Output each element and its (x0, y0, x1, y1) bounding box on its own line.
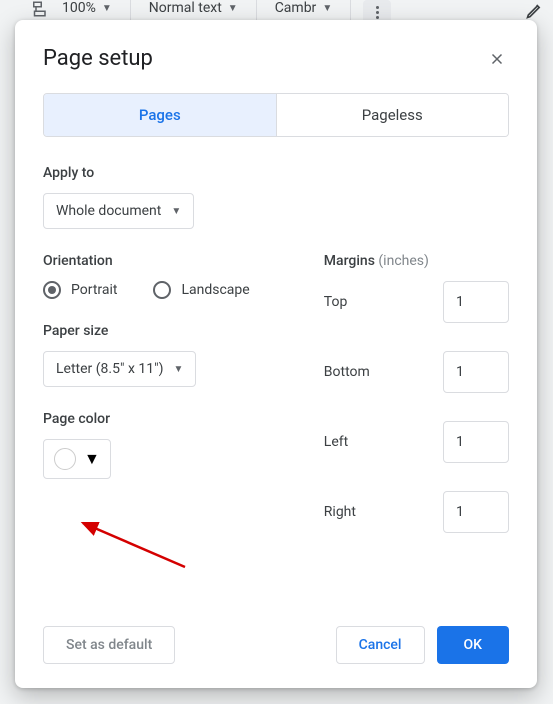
landscape-label: Landscape (181, 282, 249, 298)
cancel-button[interactable]: Cancel (336, 626, 425, 664)
chevron-down-icon: ▼ (84, 449, 100, 469)
orientation-landscape-radio[interactable]: Landscape (153, 281, 249, 299)
apply-to-value: Whole document (56, 203, 161, 219)
tab-pageless[interactable]: Pageless (276, 94, 509, 136)
font-dropdown[interactable]: Cambr▼ (269, 0, 339, 16)
paper-size-label: Paper size (43, 323, 284, 339)
zoom-dropdown[interactable]: 100%▼ (56, 0, 118, 16)
margin-left-input[interactable] (443, 421, 509, 463)
set-default-button[interactable]: Set as default (43, 626, 175, 664)
close-button[interactable] (485, 47, 509, 71)
margins-label: Margins (inches) (324, 253, 509, 269)
orientation-portrait-radio[interactable]: Portrait (43, 281, 117, 299)
margin-top-label: Top (324, 294, 348, 310)
portrait-label: Portrait (71, 282, 117, 298)
margin-bottom-input[interactable] (443, 351, 509, 393)
margin-bottom-label: Bottom (324, 364, 370, 380)
edit-pencil-icon[interactable] (525, 0, 545, 20)
paint-format-icon (30, 0, 48, 18)
orientation-label: Orientation (43, 253, 284, 269)
tab-pages[interactable]: Pages (44, 94, 276, 136)
page-setup-dialog: Page setup Pages Pageless Apply to Whole… (15, 20, 537, 688)
color-swatch-white (54, 448, 76, 470)
dialog-title: Page setup (43, 46, 153, 71)
paper-size-select[interactable]: Letter (8.5" x 11") ▼ (43, 351, 196, 387)
page-color-label: Page color (43, 411, 284, 427)
radio-unchecked-icon (153, 281, 171, 299)
radio-checked-icon (43, 281, 61, 299)
style-dropdown[interactable]: Normal text▼ (143, 0, 244, 16)
paper-size-value: Letter (8.5" x 11") (56, 361, 163, 377)
apply-to-label: Apply to (43, 165, 509, 181)
margin-top-input[interactable] (443, 281, 509, 323)
page-color-select[interactable]: ▼ (43, 439, 111, 479)
tabs: Pages Pageless (43, 93, 509, 137)
apply-to-select[interactable]: Whole document ▼ (43, 193, 194, 229)
ok-button[interactable]: OK (437, 626, 510, 664)
margin-right-input[interactable] (443, 491, 509, 533)
close-icon (488, 50, 506, 68)
chevron-down-icon: ▼ (171, 206, 181, 217)
margin-right-label: Right (324, 504, 356, 520)
chevron-down-icon: ▼ (173, 364, 183, 375)
margin-left-label: Left (324, 434, 348, 450)
